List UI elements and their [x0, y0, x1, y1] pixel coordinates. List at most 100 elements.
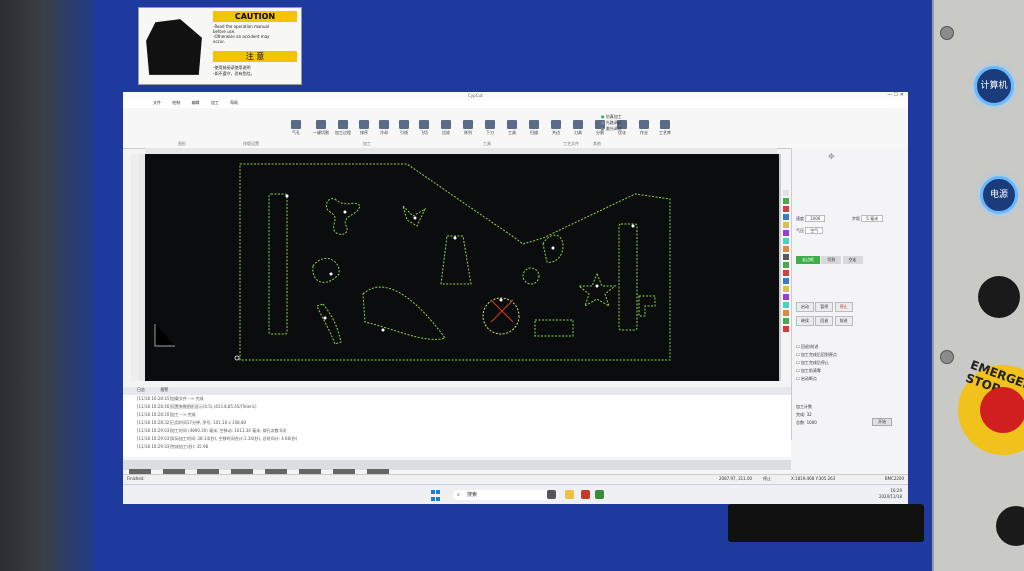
status-device: BMC2200	[884, 476, 904, 481]
caution-zh-title: 注 意	[213, 51, 297, 62]
counts-start-button[interactable]: 开始	[872, 418, 892, 426]
ribbon-group-label: 其他	[593, 141, 601, 146]
menu-edit[interactable]: 编辑	[192, 100, 200, 105]
option-checkbox[interactable]: ☐ 回退/前进	[796, 344, 818, 350]
menu-draw[interactable]: 绘制	[172, 100, 180, 105]
ribbon-item[interactable]: 工具	[507, 120, 517, 136]
speed-input[interactable]: 1000	[805, 215, 826, 222]
start-action-button[interactable]: 启动	[796, 302, 814, 312]
cut-toggle[interactable]: 切割	[821, 256, 842, 264]
tool-icon	[573, 120, 583, 129]
jog-pad-icon[interactable]: ✥	[828, 152, 835, 161]
draw-tool-strip[interactable]	[131, 154, 139, 381]
dry-run-toggle[interactable]: 空走	[842, 256, 863, 264]
status-item[interactable]: ● 激光调试	[601, 126, 622, 132]
app-icon[interactable]	[581, 490, 590, 499]
log-line: [11/18 16:29:03]加工时间 (4890.30) 毫米, 空移动: …	[137, 428, 287, 433]
drawing-canvas[interactable]	[145, 154, 779, 381]
tool-icon	[660, 120, 670, 129]
power-button-label: 电源	[989, 190, 1008, 200]
ribbon-item[interactable]: 共边	[551, 120, 561, 136]
belt-part	[362, 286, 446, 340]
computer-button[interactable]: 计算机	[974, 66, 1014, 106]
clock-date: 2020/11/18	[878, 494, 902, 499]
menu-bar: 文件 绘制 编辑 加工 帮助	[123, 100, 908, 108]
stop-button[interactable]: 停止	[834, 302, 853, 312]
option-checkbox[interactable]: ☐ 启动断点	[796, 376, 817, 382]
caution-sticker: CAUTION -Read the operation manual befor…	[138, 7, 302, 85]
axis-origin-icon	[154, 324, 175, 347]
menu-file[interactable]: 文件	[153, 100, 161, 105]
ribbon-item[interactable]: 冷却	[379, 120, 389, 136]
status-dot-icon: ●	[601, 126, 605, 131]
rack-part	[534, 319, 574, 337]
star-part	[577, 272, 617, 308]
monitor-screen: CypCut — ☐ ✕ 文件 绘制 编辑 加工 帮助 气孔 一键切割 加工过程…	[123, 92, 908, 504]
forward-button[interactable]: 前进	[834, 316, 853, 326]
toggle-row: 走边框 切割 空走	[796, 256, 904, 264]
ribbon-item[interactable]: 排序	[359, 120, 369, 136]
log-panel: [11/18 16:28:15]加载文件 --> 完成 [11/18 16:28…	[123, 395, 791, 457]
status-dot-icon: ●	[601, 120, 605, 125]
option-checkbox[interactable]: ☐ 加工完成后回到原点	[796, 352, 837, 358]
power-button[interactable]: 电源	[980, 176, 1018, 214]
ribbon-item[interactable]: 气孔	[291, 120, 301, 136]
ribbon-item[interactable]: 作业	[639, 120, 649, 136]
gas-row: 气压 空气	[796, 227, 824, 234]
continue-button[interactable]: 继续	[796, 316, 814, 326]
cypcut-app-icon[interactable]	[595, 490, 604, 499]
gas-select[interactable]: 空气	[805, 227, 824, 234]
status-coords: 2087.97, 311.00	[719, 476, 753, 481]
frame-toggle[interactable]: 走边框	[796, 256, 820, 264]
gear-part	[482, 297, 520, 335]
taskbar-clock[interactable]: 16:29 2020/11/18	[879, 488, 902, 500]
option-checkbox[interactable]: ☐ 加工前清零	[796, 368, 821, 374]
control-side-panel: ✥ 速度 1000 步距 5 毫米 气压 空气 走边框 切割 空走 启动 暂停 …	[791, 148, 908, 440]
ribbon-item[interactable]: 引线	[399, 120, 409, 136]
caution-line: occur.	[213, 39, 225, 44]
speed-row: 速度 1000	[796, 215, 826, 222]
tool-icon	[291, 120, 301, 129]
ribbon-item[interactable]: 下刀	[485, 120, 495, 136]
machine-left-edge	[0, 0, 105, 571]
black-knob[interactable]	[978, 276, 1020, 318]
clover-part	[325, 198, 361, 235]
menu-process[interactable]: 加工	[211, 100, 219, 105]
layer-color-strip[interactable]	[781, 188, 791, 378]
ribbon-item[interactable]: 加工过程	[335, 120, 351, 136]
taskbar-search[interactable]: ⌕ 搜索	[453, 490, 551, 500]
window-controls[interactable]: — ☐ ✕	[887, 92, 904, 98]
menu-help[interactable]: 帮助	[230, 100, 238, 105]
small-notch-part	[638, 295, 656, 317]
back-button[interactable]: 回退	[815, 316, 834, 326]
log-line: [11/18 16:28:16]设置参数图形显示(0.5),(413.8,85.…	[137, 404, 257, 409]
caution-title: CAUTION	[213, 11, 297, 22]
tab-alarm[interactable]: 报警	[160, 387, 168, 392]
task-view-icon[interactable]	[547, 490, 556, 499]
ribbon-item[interactable]: 扫描	[529, 120, 539, 136]
count-done: 完成: 32	[796, 412, 812, 417]
option-checkbox[interactable]: ☐ 加工完成后停止	[796, 360, 829, 366]
file-explorer-icon[interactable]	[565, 490, 574, 499]
outer-sheet-contour	[239, 163, 671, 361]
tool-icon	[419, 120, 429, 129]
ribbon-item[interactable]: 比较	[441, 120, 451, 136]
status-position: X:1819.468 Y:305.263	[791, 476, 836, 481]
output-tabs: 日志 报警	[123, 387, 791, 395]
status-indicators: ● 仿真加工 ● 光路调试 ● 激光调试	[601, 114, 622, 132]
ribbon-item[interactable]: 刀具	[573, 120, 583, 136]
tool-icon	[338, 120, 348, 129]
tool-icon	[359, 120, 369, 129]
step-input[interactable]: 5 毫米	[861, 215, 884, 222]
ribbon-item[interactable]: 一键切割	[313, 120, 329, 136]
pause-button[interactable]: 暂停	[815, 302, 834, 312]
tab-log[interactable]: 日志	[137, 387, 145, 392]
hole-part	[522, 267, 540, 285]
ribbon-item[interactable]: 工艺库	[659, 120, 671, 136]
ribbon-group-label: 工具	[483, 141, 491, 146]
ribbon-item[interactable]: 飞切	[419, 120, 429, 136]
action-button-row: 启动 暂停 停止	[796, 302, 853, 312]
start-menu-icon[interactable]	[431, 490, 441, 501]
log-line: [11/18 16:28:15]加载文件 --> 完成	[137, 396, 204, 401]
ribbon-item[interactable]: 阵列	[463, 120, 473, 136]
